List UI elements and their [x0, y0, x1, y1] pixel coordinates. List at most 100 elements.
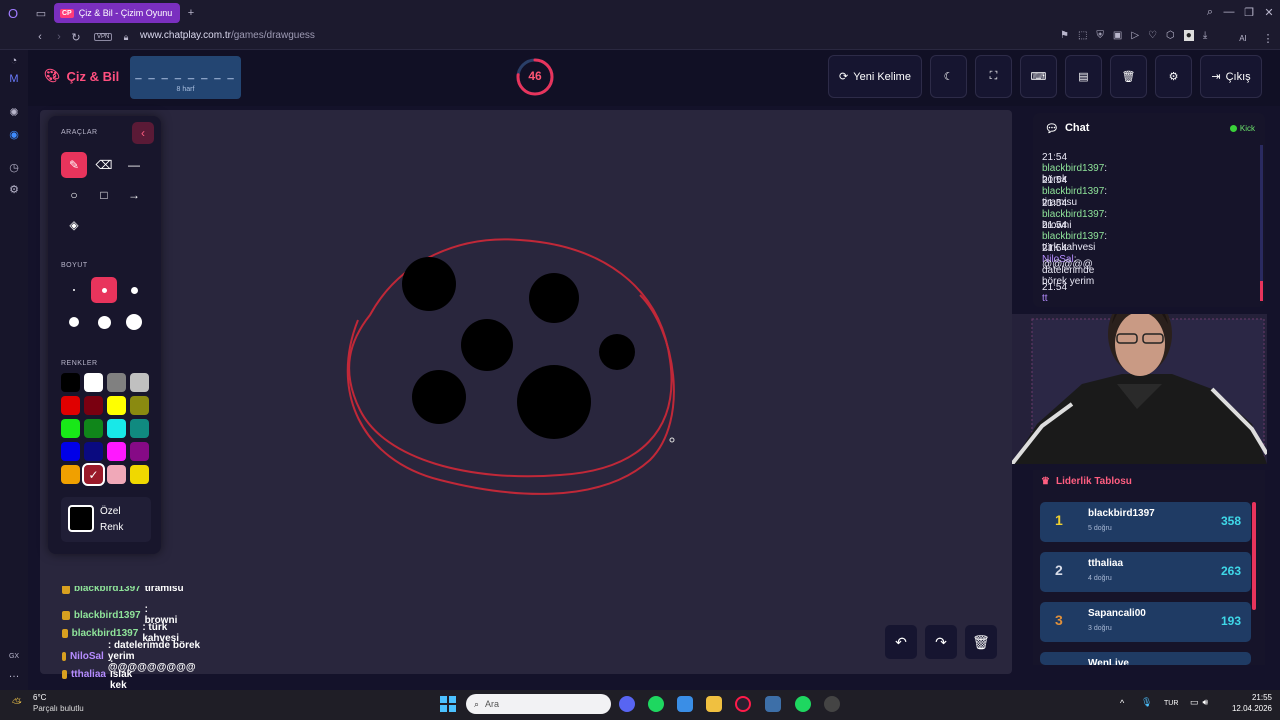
shield-icon[interactable]: ⛨ — [1096, 30, 1104, 41]
keyboard-button[interactable]: ⌨ — [1020, 55, 1057, 98]
exit-button[interactable]: ⇥ Çıkış — [1200, 55, 1262, 98]
settings-sidebar-icon[interactable]: ⚙ — [7, 182, 21, 196]
leaderboard-row[interactable]: 1 blackbird1397 5 doğru 358 — [1040, 502, 1251, 542]
color-swatch[interactable] — [130, 465, 149, 484]
download-icon[interactable]: ⤓ — [1203, 30, 1207, 41]
weather-desc[interactable]: Parçalı bulutlu — [33, 704, 84, 713]
weather-icon[interactable]: ⛅︎ — [12, 696, 22, 711]
color-swatch[interactable] — [84, 373, 103, 392]
color-swatch[interactable]: ✓ — [82, 463, 105, 486]
color-swatch[interactable] — [61, 465, 80, 484]
url-field[interactable]: www.chatplay.com.tr/games/drawguess — [140, 30, 315, 41]
color-swatch[interactable] — [61, 419, 80, 438]
color-swatch[interactable] — [84, 396, 103, 415]
back-icon[interactable]: ‹ — [34, 31, 46, 43]
brush-tool[interactable]: ✎ — [61, 152, 87, 178]
rectangle-tool[interactable]: □ — [91, 182, 117, 208]
vpn-badge[interactable]: VPN — [94, 33, 113, 41]
mail-icon[interactable] — [677, 696, 693, 712]
arrow-tool[interactable]: → — [121, 182, 147, 208]
color-swatch[interactable] — [107, 419, 126, 438]
leaderboard-row[interactable]: 3 Sapancali00 3 doğru 193 — [1040, 602, 1251, 642]
opera-gx-icon[interactable] — [735, 696, 751, 712]
size-4[interactable] — [61, 309, 87, 335]
dark-mode-button[interactable]: ☾ — [930, 55, 967, 98]
maximize-icon[interactable]: ❐ — [1242, 5, 1256, 19]
settings-button[interactable]: ⚙ — [1155, 55, 1192, 98]
color-swatch[interactable] — [84, 419, 103, 438]
taskbar-search[interactable]: ⌕ Ara — [466, 694, 611, 714]
tray-icons[interactable]: ▭ 🔊︎ — [1190, 697, 1208, 708]
chat-scroll-thumb[interactable] — [1260, 281, 1263, 301]
size-6[interactable] — [121, 309, 147, 335]
color-swatch[interactable] — [130, 419, 149, 438]
aria-icon[interactable]: ◔ — [7, 54, 21, 68]
spotify-icon[interactable] — [648, 696, 664, 712]
lock-icon[interactable]: 🔒︎ — [121, 31, 131, 43]
size-2[interactable] — [91, 277, 117, 303]
wallet-icon[interactable]: ▣ — [1113, 30, 1122, 41]
chatgpt-icon[interactable]: ✺ — [7, 105, 21, 119]
reload-icon[interactable]: ↻ — [70, 31, 82, 44]
redo-button[interactable]: ↷ — [925, 625, 957, 659]
color-swatch[interactable] — [130, 373, 149, 392]
archive-button[interactable]: ▤ — [1065, 55, 1102, 98]
leaderboard-scrollbar[interactable] — [1252, 502, 1256, 610]
undo-button[interactable]: ↶ — [885, 625, 917, 659]
close-icon[interactable]: ✕ — [1262, 5, 1276, 19]
color-swatch[interactable] — [61, 396, 80, 415]
capture-icon[interactable]: ⬚ — [1078, 30, 1087, 41]
file-explorer-icon[interactable] — [706, 696, 722, 712]
messenger-m-icon[interactable]: M — [7, 72, 21, 86]
tabs-icon[interactable]: ▭ — [34, 6, 48, 20]
clear-button[interactable]: 🗑︎ — [1110, 55, 1147, 98]
discord-icon[interactable] — [619, 696, 635, 712]
history-icon[interactable]: ◷ — [7, 160, 21, 174]
tray-chevron-icon[interactable]: ^ — [1120, 698, 1124, 708]
opera-logo-icon[interactable]: O — [5, 5, 21, 21]
color-swatch[interactable] — [107, 465, 126, 484]
leaderboard-row[interactable]: WenLive — [1040, 652, 1251, 665]
volume-icon[interactable]: 🔊︎ — [1203, 697, 1209, 708]
line-tool[interactable]: — — [121, 152, 147, 178]
weather-temp[interactable]: 6°C — [33, 693, 46, 702]
active-tab[interactable]: CP Çiz & Bil - Çizim Oyunu — [54, 3, 180, 23]
gx-icon[interactable]: GX — [5, 650, 23, 662]
new-word-button[interactable]: ⟳ Yeni Kelime — [828, 55, 922, 98]
forward-icon[interactable]: › — [53, 31, 65, 43]
steam-icon[interactable] — [824, 696, 840, 712]
color-swatch[interactable] — [107, 396, 126, 415]
menu-icon[interactable]: ⋮ — [1262, 31, 1274, 45]
color-swatch[interactable] — [84, 442, 103, 461]
bookmark-icon[interactable]: ⚑ — [1060, 30, 1069, 41]
ai-icon[interactable]: AI — [1236, 31, 1250, 45]
spotify-2-icon[interactable] — [795, 696, 811, 712]
heart-icon[interactable]: ♡ — [1148, 30, 1157, 41]
play-icon[interactable]: ▷ — [1131, 30, 1139, 41]
size-1[interactable] — [61, 277, 87, 303]
circle-tool[interactable]: ○ — [61, 182, 87, 208]
color-swatch[interactable] — [61, 442, 80, 461]
more-icon[interactable]: … — [7, 668, 21, 680]
drawing-canvas[interactable] — [40, 110, 1012, 674]
size-5[interactable] — [91, 309, 117, 335]
profile-avatar[interactable]: ● — [1183, 30, 1194, 41]
clock[interactable]: 21:55 12.04.2026 — [1228, 693, 1272, 713]
extensions-icon[interactable]: ⬡ — [1166, 30, 1175, 41]
custom-color-button[interactable]: Özel Renk — [61, 497, 151, 542]
new-tab-icon[interactable]: + — [184, 6, 198, 20]
fill-tool[interactable]: ◈ — [61, 212, 87, 238]
collapse-toolbox-button[interactable]: ‹ — [132, 122, 154, 144]
fullscreen-button[interactable]: ⛶ — [975, 55, 1012, 98]
eraser-tool[interactable]: ⌫ — [91, 152, 117, 178]
app-logo[interactable]: 🎨︎ Çiz & Bil — [44, 68, 119, 84]
search-tabs-icon[interactable]: ⌕ — [1203, 5, 1217, 19]
start-icon[interactable] — [440, 696, 456, 712]
color-swatch[interactable] — [130, 442, 149, 461]
color-swatch[interactable] — [107, 442, 126, 461]
network-icon[interactable]: ▭ — [1190, 697, 1199, 708]
clear-canvas-button[interactable]: 🗑︎ — [965, 625, 997, 659]
color-swatch[interactable] — [130, 396, 149, 415]
leaderboard-row[interactable]: 2 tthaliaa 4 doğru 263 — [1040, 552, 1251, 592]
size-3[interactable] — [121, 277, 147, 303]
